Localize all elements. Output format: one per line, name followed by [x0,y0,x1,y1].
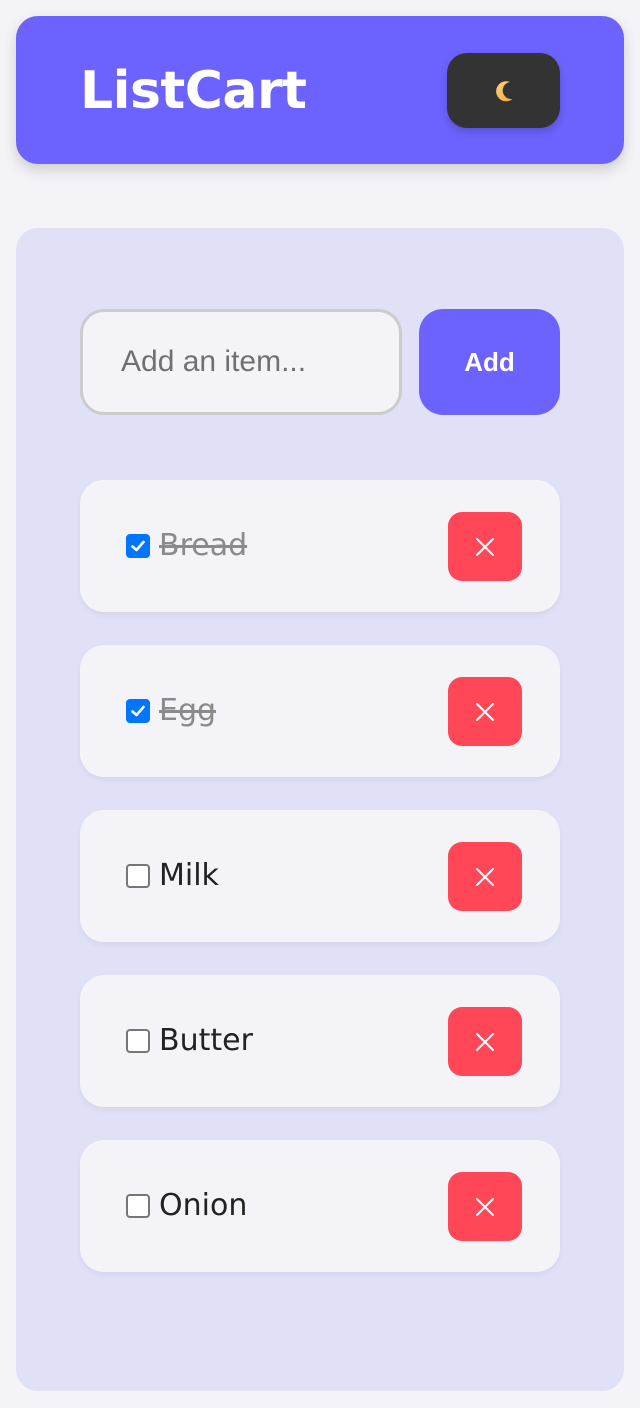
item-list: Bread Egg Milk Butter Onion [80,480,560,1305]
app-header: ListCart [16,16,624,164]
item-label: Bread [159,528,248,563]
delete-item-button[interactable] [448,1172,522,1241]
close-icon [474,1196,496,1218]
list-item: Bread [80,480,560,612]
list-item: Onion [80,1140,560,1272]
list-item: Egg [80,645,560,777]
list-item: Milk [80,810,560,942]
item-checkbox[interactable] [126,1029,150,1053]
close-icon [474,1031,496,1053]
delete-item-button[interactable] [448,512,522,581]
delete-item-button[interactable] [448,677,522,746]
item-label: Milk [159,858,219,893]
moon-icon [491,78,517,104]
delete-item-button[interactable] [448,1007,522,1076]
close-icon [474,536,496,558]
theme-toggle-button[interactable] [447,53,560,128]
item-checkbox[interactable] [126,864,150,888]
add-item-input[interactable] [80,309,402,415]
shopping-list-panel: Add Bread Egg [16,228,624,1391]
item-checkbox[interactable] [126,699,150,723]
item-label: Egg [159,693,217,728]
app-title: ListCart [80,61,307,121]
item-checkbox[interactable] [126,1194,150,1218]
list-item: Butter [80,975,560,1107]
item-label: Onion [159,1188,248,1223]
add-button[interactable]: Add [419,309,560,415]
delete-item-button[interactable] [448,842,522,911]
item-checkbox[interactable] [126,534,150,558]
close-icon [474,866,496,888]
item-label: Butter [159,1023,253,1058]
close-icon [474,701,496,723]
